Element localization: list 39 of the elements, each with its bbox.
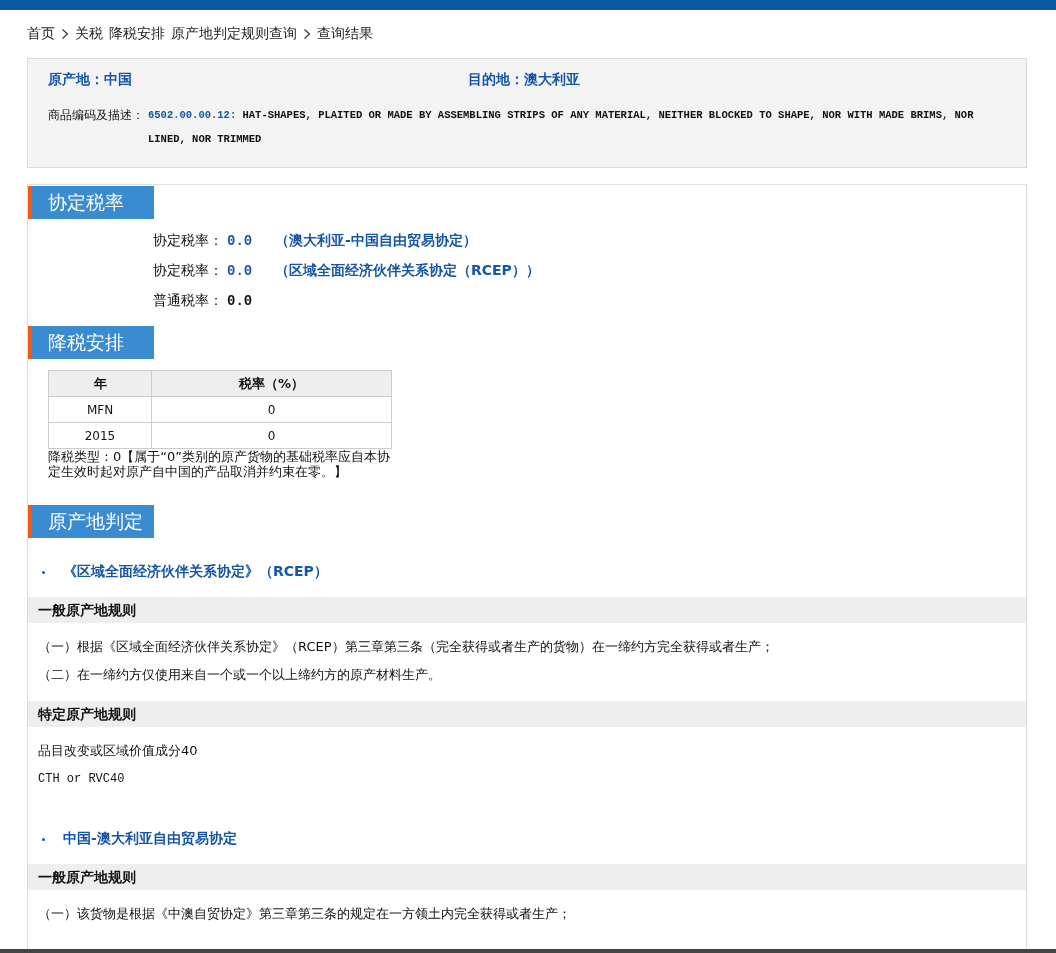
product-description: 6502.00.00.12: HAT-SHAPES, PLAITED OR MADE BY ASSEMBLING STRIPS OF ANY MATERIAL, NEITHER BLOCKED TO SHAPE, NOR WITH MADE BRIMS, NOR LINED, NOR TRIMMED bbox=[148, 108, 975, 147]
section-header: 原产地判定 bbox=[28, 505, 154, 538]
bullet-icon bbox=[42, 837, 45, 841]
destination-text: 目的地：澳大利亚 bbox=[468, 71, 581, 89]
breadcrumb-link[interactable]: 原产地判定规则查询 bbox=[171, 25, 297, 43]
rate-label: 协定税率： bbox=[153, 262, 223, 280]
rule-text: 品目改变或区域价值成分40 bbox=[38, 742, 199, 760]
table-cell: 0 bbox=[151, 396, 392, 423]
agreement-name: （澳大利亚-中国自由贸易协定） bbox=[275, 232, 477, 250]
agreement-title: 《区域全面经济伙伴关系协定》（RCEP） bbox=[63, 563, 328, 581]
reduction-note: 降税类型：0【属于“0”类别的原产货物的基础税率应自本协定生效时起对原产自中国的产品取消并约束在零。】 bbox=[48, 449, 391, 479]
breadcrumb-link[interactable]: 降税安排 bbox=[109, 25, 165, 43]
agreement-name: （区域全面经济伙伴关系协定（RCEP）） bbox=[275, 262, 540, 280]
agreement-title: 中国-澳大利亚自由贸易协定 bbox=[63, 830, 237, 848]
column-header: 年 bbox=[48, 370, 152, 397]
rate-label: 协定税率： bbox=[153, 232, 223, 250]
rule-text: （一）根据《区域全面经济伙伴关系协定》（RCEP）第三章第三条（完全获得或者生产的货物）在一缔约方完全获得或者生产； bbox=[38, 638, 775, 656]
table-cell: MFN bbox=[48, 396, 152, 423]
section-header: 降税安排 bbox=[28, 326, 154, 359]
breadcrumb-link[interactable]: 查询结果 bbox=[317, 25, 373, 43]
rate-value: 0.0 bbox=[227, 293, 254, 309]
rate-label: 普通税率： bbox=[153, 292, 223, 310]
breadcrumb-link[interactable]: 关税 bbox=[75, 25, 103, 43]
code-label: 商品编码及描述： bbox=[48, 107, 145, 124]
rate-value: 0.0 bbox=[227, 263, 254, 279]
column-header: 税率（%） bbox=[151, 370, 392, 397]
table-cell: 2015 bbox=[48, 422, 152, 449]
rule-heading: 特定原产地规则 bbox=[28, 701, 1026, 727]
rule-heading: 一般原产地规则 bbox=[28, 597, 1026, 623]
rule-text: （一）该货物是根据《中澳自贸协定》第三章第三条的规定在一方领土内完全获得或者生产； bbox=[38, 905, 572, 923]
breadcrumb-link[interactable]: 首页 bbox=[27, 25, 55, 43]
bullet-icon bbox=[42, 570, 45, 574]
rule-text: （二）在一缔约方仅使用来自一个或一个以上缔约方的原产材料生产。 bbox=[38, 666, 442, 684]
table-cell: 0 bbox=[151, 422, 392, 449]
rule-text: CTH or RVC40 bbox=[38, 771, 126, 788]
rate-value: 0.0 bbox=[227, 233, 254, 249]
origin-text: 原产地：中国 bbox=[48, 71, 133, 89]
rule-heading: 一般原产地规则 bbox=[28, 864, 1026, 890]
section-header: 协定税率 bbox=[28, 186, 154, 219]
